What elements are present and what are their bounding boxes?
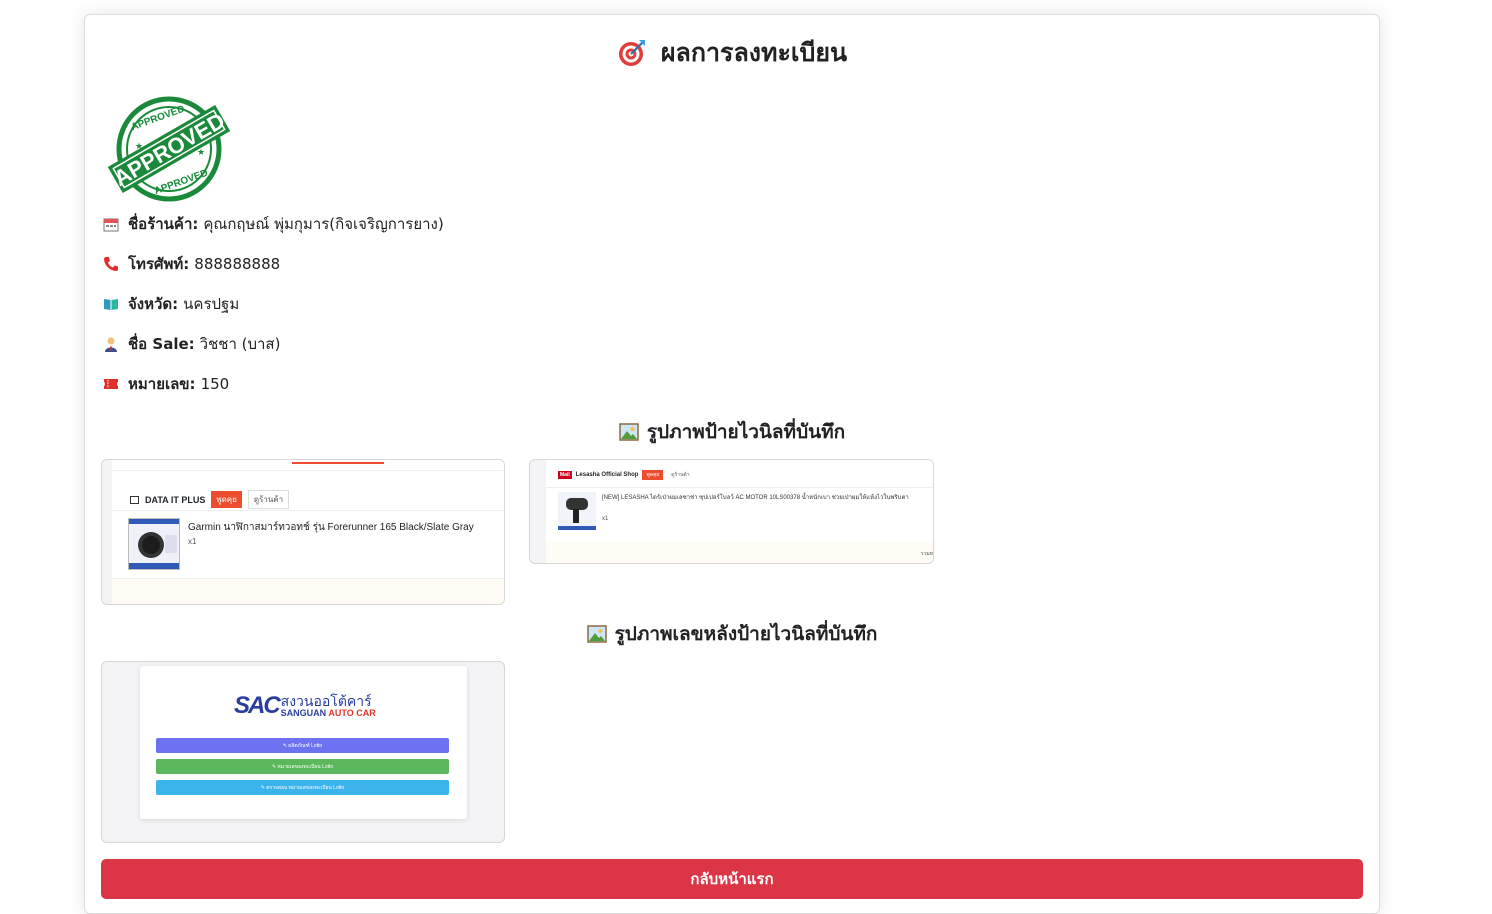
back-image-1[interactable]: SAC สงวนออโต้คาร์ SANGUAN AUTO CAR ✎ ผลิ… (101, 661, 505, 843)
info-value: 888888888 (194, 255, 281, 273)
svg-text:APPROVED: APPROVED (153, 168, 210, 198)
front-image-2[interactable]: Mall Lesasha Official Shop พูดคุย ดูร้าน… (529, 459, 934, 564)
view-shop-button: ดูร้านค้า (671, 472, 690, 478)
shop-name: DATA IT PLUS (145, 494, 206, 505)
page-title: ผลการลงทะเบียน (85, 37, 1379, 69)
info-label: หมายเลข: (128, 375, 196, 393)
info-label: ชื่อ Sale: (128, 335, 195, 353)
info-value: 150 (200, 375, 230, 393)
product-title: [NEW] LESASHA ไดร์เป่าผมเลซาช่า ซุปเปอร์… (602, 495, 909, 501)
shop-name: Lesasha Official Shop (575, 472, 639, 478)
lotto-register-button: ✎ หมายเลขลงทะเบียน Lotto (156, 759, 449, 774)
brand-thai: สงวนออโต้คาร์ (280, 693, 372, 710)
target-icon (618, 40, 645, 66)
product-image (558, 492, 596, 530)
product-qty: x1 (188, 537, 197, 546)
svg-text:★: ★ (135, 142, 143, 152)
chat-button: พูดคุย (642, 470, 664, 480)
product-title: Garmin นาฬิกาสมาร์ทวอทช์ รุ่น Forerunner… (188, 522, 474, 533)
info-value: คุณกฤษณ์ พุ่มกุมาร(กิจเจริญการยาง) (203, 215, 444, 233)
lotto-check-button: ✎ ตรวจสอบ หมายเลขลงทะเบียน Lotto (156, 780, 449, 795)
product-image (128, 518, 180, 570)
chat-button: พูดคุย (211, 491, 242, 508)
map-book-icon (102, 295, 120, 313)
back-images-title: รูปภาพเลขหลังป้ายไวนิลที่บันทึก (85, 621, 1379, 647)
total-label: รวมท (920, 551, 933, 557)
lotto-products-button: ✎ ผลิตภัณฑ์ Lotto (156, 738, 449, 753)
mall-badge: Mall (558, 471, 572, 479)
picture-icon (586, 625, 607, 643)
product-qty: x1 (602, 516, 609, 522)
info-value: วิชชา (บาส) (199, 335, 281, 353)
store-calendar-icon (102, 215, 120, 233)
brand-en-1: SANGUAN (280, 707, 327, 718)
info-row-province: จังหวัด: นครปฐม (102, 293, 239, 315)
result-card: ผลการลงทะเบียน APPROVED APPROVED APPROVE… (84, 14, 1380, 914)
info-label: โทรศัพท์: (128, 255, 190, 273)
view-shop-button: ดูร้านค้า (247, 490, 290, 509)
front-image-1[interactable]: DATA IT PLUS พูดคุย ดูร้านค้า Garmin นาฬ… (101, 459, 505, 605)
ticket-icon (102, 375, 120, 393)
sac-logo: SAC สงวนออโต้คาร์ SANGUAN AUTO CAR (234, 692, 376, 720)
sac-logo-mark: SAC (234, 692, 281, 719)
picture-icon (619, 423, 639, 441)
shop-icon (130, 495, 139, 504)
back-images-title-text: รูปภาพเลขหลังป้ายไวนิลที่บันทึก (614, 623, 878, 645)
info-row-shop: ชื่อร้านค้า: คุณกฤษณ์ พุ่มกุมาร(กิจเจริญ… (102, 213, 444, 235)
svg-text:★: ★ (197, 148, 205, 158)
info-value: นครปฐม (183, 295, 240, 313)
back-home-button[interactable]: กลับหน้าแรก (101, 859, 1363, 899)
page-title-text: ผลการลงทะเบียน (660, 38, 848, 67)
brand-en-2: AUTO CAR (328, 707, 376, 718)
info-row-sale: ชื่อ Sale: วิชชา (บาส) (102, 333, 280, 355)
info-row-number: หมายเลข: 150 (102, 373, 229, 395)
info-label: ชื่อร้านค้า: (128, 215, 199, 233)
salesperson-icon (102, 335, 120, 353)
info-row-phone: โทรศัพท์: 888888888 (102, 253, 280, 275)
info-label: จังหวัด: (128, 295, 179, 313)
phone-icon (102, 255, 120, 273)
front-images-title-text: รูปภาพป้ายไวนิลที่บันทึก (646, 421, 846, 443)
approved-stamp: APPROVED APPROVED APPROVED ★ ★ (107, 96, 231, 202)
front-images-title: รูปภาพป้ายไวนิลที่บันทึก (85, 419, 1379, 445)
